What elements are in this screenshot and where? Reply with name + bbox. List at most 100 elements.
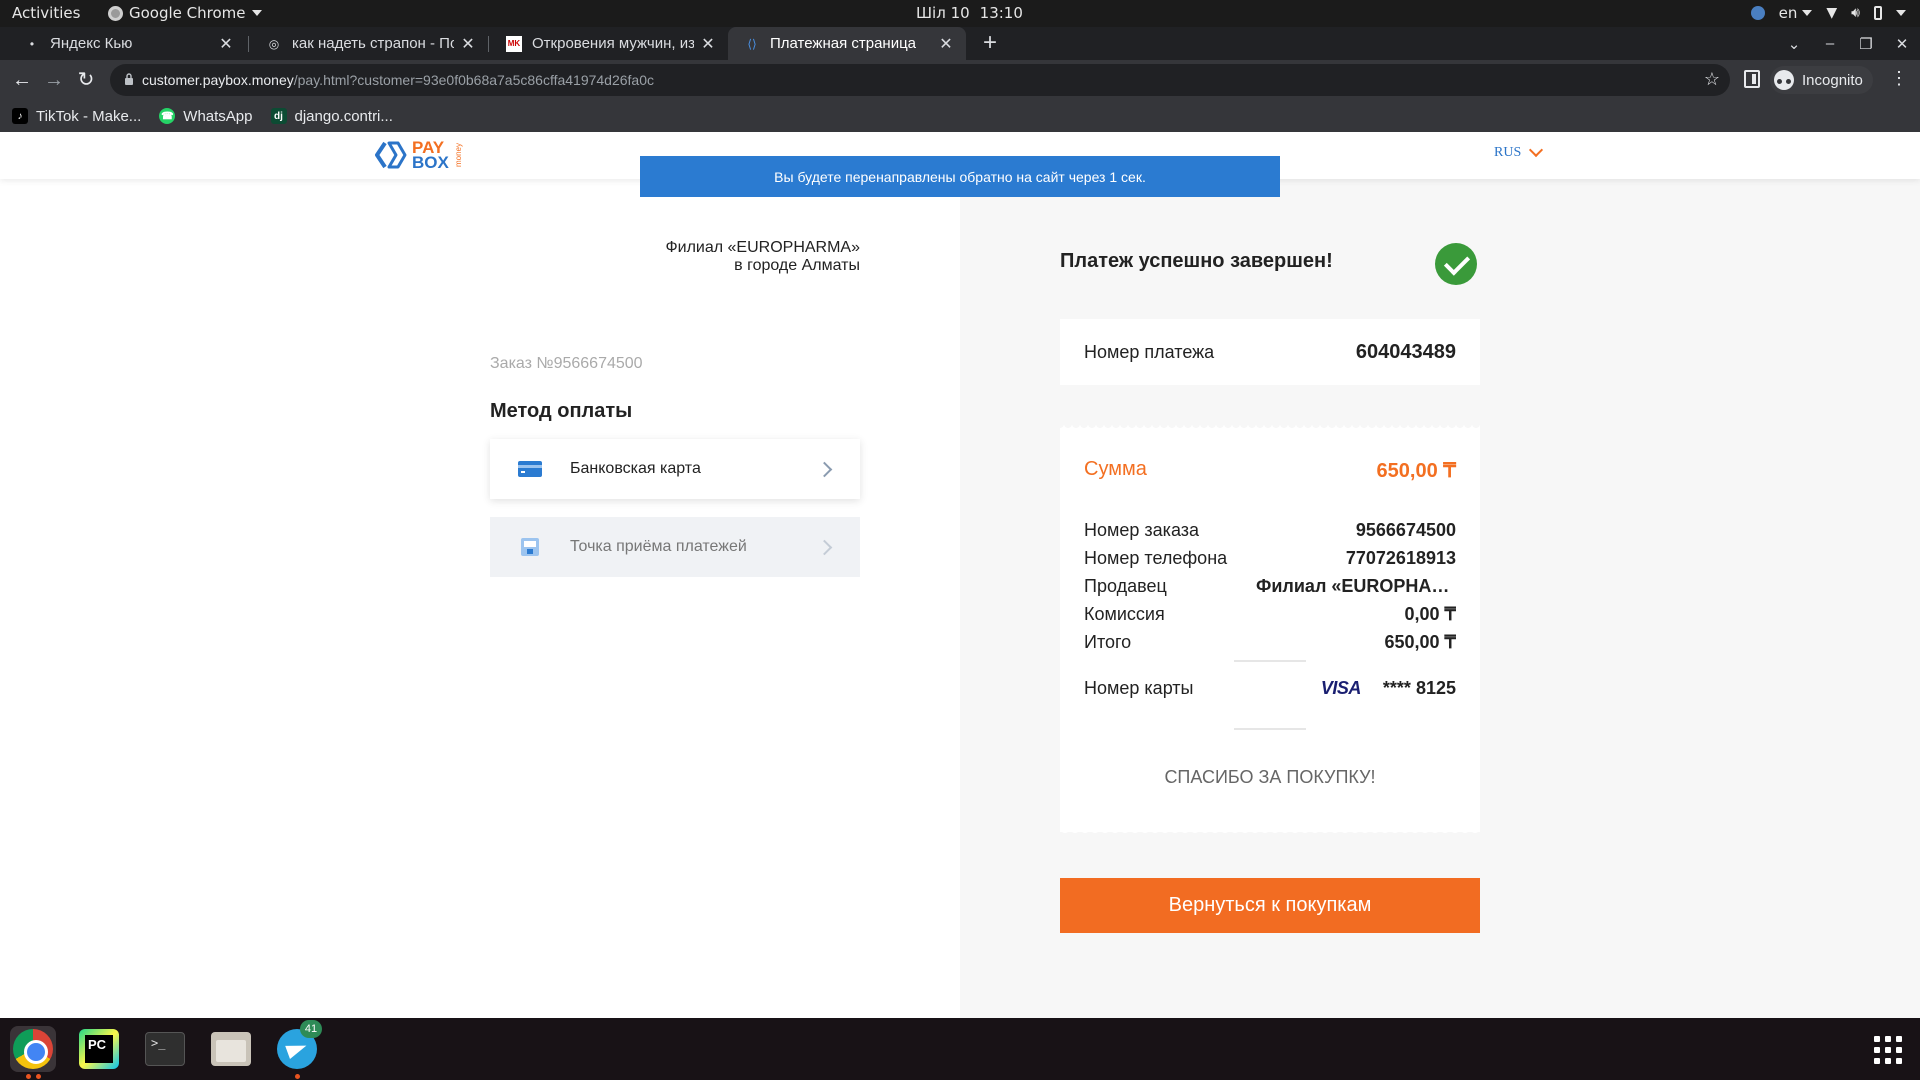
incognito-indicator[interactable]: Incognito: [1770, 66, 1873, 94]
activities-button[interactable]: Activities: [12, 4, 80, 22]
success-title: Платеж успешно завершен!: [1060, 250, 1333, 272]
receipt-row: Комиссия 0,00 ₸: [1084, 600, 1456, 628]
close-icon[interactable]: ✕: [460, 34, 476, 54]
check-circle-icon: [1435, 243, 1477, 285]
sum-label: Сумма: [1084, 458, 1147, 480]
close-icon[interactable]: ✕: [700, 34, 716, 54]
tab-title: Яндекс Кью: [50, 35, 133, 52]
running-indicator: [295, 1074, 300, 1079]
chevron-down-icon: [1802, 10, 1813, 16]
receipt-row: Итого 650,00 ₸: [1084, 628, 1456, 656]
chrome-icon: [13, 1029, 53, 1069]
payment-method-title: Метод оплаты: [490, 400, 633, 422]
thanks-message: СПАСИБО ЗА ПОКУПКУ!: [1164, 767, 1376, 787]
logo-box: BOX: [412, 153, 449, 172]
card-number-row: Номер карты VISA **** 8125: [1084, 678, 1456, 699]
chevron-down-icon[interactable]: [1896, 10, 1906, 16]
divider: [1234, 660, 1306, 662]
credit-card-icon: [518, 461, 542, 477]
more-menu-icon[interactable]: ⋮: [1890, 68, 1908, 89]
system-tray[interactable]: en ▼ 🔊︎: [1750, 4, 1906, 22]
payment-method-payment-point[interactable]: Точка приёма платежей: [490, 517, 860, 577]
divider: [1234, 728, 1306, 730]
language-selector[interactable]: RUS: [1494, 142, 1544, 161]
globe-icon: ◎: [268, 36, 280, 51]
receipt-row-value: 9566674500: [1355, 519, 1456, 540]
bookmark-tiktok[interactable]: ♪ TikTok - Make...: [12, 108, 141, 125]
receipt-row-label: Номер телефона: [1084, 547, 1228, 568]
receipt-row-label: Продавец: [1084, 575, 1167, 596]
payment-method-bank-card[interactable]: Банковская карта: [490, 439, 860, 499]
dock-chrome[interactable]: [10, 1026, 56, 1072]
bookmark-label: WhatsApp: [183, 107, 253, 125]
dock-pycharm[interactable]: PC: [76, 1026, 122, 1072]
address-bar[interactable]: customer.paybox.money/pay.html?customer=…: [110, 64, 1730, 96]
tab-separator: [248, 36, 249, 52]
bookmark-whatsapp[interactable]: ☎ WhatsApp: [159, 107, 253, 125]
back-to-shopping-button[interactable]: Вернуться к покупкам: [1060, 878, 1480, 933]
new-tab-button[interactable]: +: [976, 29, 1004, 57]
bookmark-django[interactable]: dj django.contri...: [270, 108, 393, 125]
receipt-row-label: Комиссия: [1084, 603, 1165, 624]
merchant-name: Филиал «EUROPHARMA» в городе Алматы: [560, 239, 860, 275]
date: Шіл 10: [916, 4, 970, 22]
receipt: Сумма 650,00 ₸ Номер заказа 9566674500 Н…: [1060, 424, 1480, 832]
forward-icon[interactable]: →: [40, 66, 68, 94]
payment-number-label: Номер платежа: [1084, 341, 1215, 362]
keyboard-layout[interactable]: en: [1779, 4, 1813, 22]
dock-terminal[interactable]: >_: [142, 1026, 188, 1072]
language-label: RUS: [1494, 145, 1522, 160]
dock-files[interactable]: [208, 1026, 254, 1072]
merchant-line-2: в городе Алматы: [734, 257, 860, 274]
close-icon[interactable]: ✕: [938, 34, 954, 54]
wifi-icon: ▼: [1826, 5, 1838, 21]
clock[interactable]: Шіл 10 13:10: [916, 4, 1023, 22]
app-name: Google Chrome: [129, 4, 246, 22]
show-applications-icon[interactable]: [1874, 1036, 1902, 1064]
tiktok-icon: ♪: [12, 108, 28, 124]
minimize-icon[interactable]: –: [1812, 35, 1848, 52]
url-path: /pay.html?customer=93e0f0b68a7a5c86cffa4…: [293, 72, 655, 88]
tab-payment-page[interactable]: ⟨⟩ Платежная страница ✕: [728, 27, 966, 60]
system-top-bar: Activities Google Chrome Шіл 10 13:10 en…: [0, 0, 1920, 27]
paybox-logo[interactable]: PAY BOX money: [374, 139, 463, 172]
payment-method-label: Банковская карта: [570, 460, 701, 477]
bookmark-star-icon[interactable]: ☆: [1704, 69, 1720, 90]
window-controls: ⌄ – ❐ ✕: [1776, 27, 1920, 60]
receipt-row-value: 0,00 ₸: [1404, 603, 1457, 624]
redirect-notice-text: Вы будете перенаправлены обратно на сайт…: [774, 168, 1146, 185]
taskbar-dock: PC >_ 41: [0, 1018, 1920, 1080]
close-window-icon[interactable]: ✕: [1884, 35, 1920, 53]
reload-icon[interactable]: ↻: [72, 66, 100, 94]
incognito-icon: [1774, 70, 1794, 90]
dock-telegram[interactable]: 41: [274, 1020, 322, 1072]
running-indicator: [36, 1074, 41, 1079]
tab-search-icon[interactable]: ⌄: [1776, 35, 1812, 53]
paybox-icon: ⟨⟩: [747, 36, 757, 51]
sum-value: 650,00 ₸: [1376, 460, 1456, 482]
receipt-sum-row: Сумма 650,00 ₸: [1084, 458, 1456, 483]
app-menu[interactable]: Google Chrome: [108, 4, 262, 22]
tab-strapon-search[interactable]: ◎ как надеть страпон - Пои ✕: [250, 27, 488, 60]
maximize-icon[interactable]: ❐: [1848, 35, 1884, 53]
url-host: customer.paybox.money: [142, 72, 294, 88]
update-icon[interactable]: [1750, 6, 1765, 20]
logo-wordmark: PAY BOX: [412, 139, 449, 172]
incognito-label: Incognito: [1802, 71, 1863, 89]
side-panel-icon[interactable]: [1744, 70, 1760, 88]
receipt-row: Номер заказа 9566674500: [1084, 516, 1456, 544]
redirect-notice-banner: Вы будете перенаправлены обратно на сайт…: [640, 156, 1280, 197]
receipt-row-value: 650,00 ₸: [1384, 631, 1456, 652]
browser-toolbar: ← → ↻ customer.paybox.money/pay.html?cus…: [0, 60, 1920, 100]
payment-terminal-icon: [521, 538, 539, 556]
tab-title: как надеть страпон - Пои: [292, 35, 454, 52]
lock-icon[interactable]: [124, 73, 134, 85]
receipt-row-value: 77072618913: [1345, 547, 1456, 568]
tab-mk-article[interactable]: MK Откровения мужчин, изм ✕: [490, 27, 728, 60]
notification-badge: 41: [300, 1020, 322, 1038]
back-icon[interactable]: ←: [8, 66, 36, 94]
card-number-masked: **** 8125: [1382, 678, 1456, 698]
close-icon[interactable]: ✕: [218, 34, 234, 54]
tab-strip: • Яндекс Кью ✕ ◎ как надеть страпон - По…: [0, 27, 1920, 60]
tab-yandex-q[interactable]: • Яндекс Кью ✕: [8, 27, 246, 60]
